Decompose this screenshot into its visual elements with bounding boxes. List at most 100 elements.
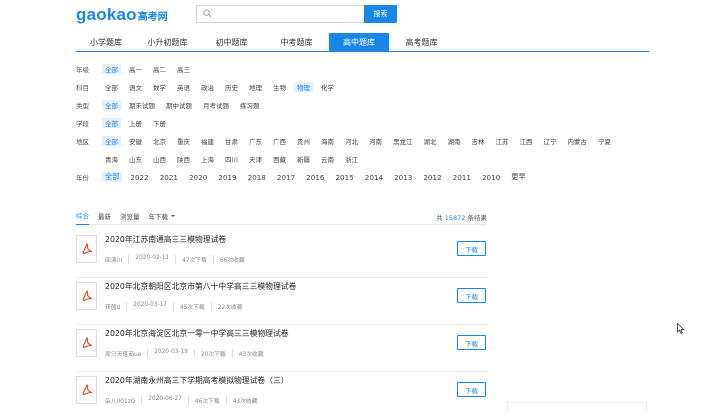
filter-option[interactable]: 2015 bbox=[332, 172, 356, 182]
filter-option[interactable]: 上海 bbox=[198, 154, 217, 164]
filter-option[interactable]: 陕西 bbox=[174, 154, 193, 164]
filter-option[interactable]: 福建 bbox=[198, 136, 217, 146]
filter-option[interactable]: 海南 bbox=[318, 136, 337, 146]
logo-cn-text: 高考网 bbox=[137, 12, 168, 23]
sort-comprehensive[interactable]: 综合 bbox=[76, 207, 89, 225]
tab-1[interactable]: 小升初题库 bbox=[136, 33, 199, 52]
filter-option[interactable]: 语文 bbox=[126, 82, 145, 92]
tab-3[interactable]: 中考题库 bbox=[264, 33, 329, 52]
result-count: 共 15872 条结果 bbox=[436, 212, 487, 222]
filter-option[interactable]: 练习题 bbox=[237, 100, 263, 110]
download-button[interactable]: 下载 bbox=[457, 382, 486, 397]
sort-latest[interactable]: 最新 bbox=[98, 207, 111, 225]
filter-option[interactable]: 重庆 bbox=[174, 136, 193, 146]
tab-4[interactable]: 高中题库 bbox=[329, 33, 389, 52]
filter-option[interactable]: 吉林 bbox=[469, 136, 488, 146]
filter-option[interactable]: 云南 bbox=[318, 154, 337, 164]
filter-option[interactable]: 高二 bbox=[150, 64, 169, 74]
filter-option[interactable]: 2012 bbox=[420, 172, 444, 182]
filter-option[interactable]: 期中试题 bbox=[163, 100, 195, 110]
filter-option[interactable]: 上册 bbox=[126, 118, 145, 128]
filter-option[interactable]: 贵州 bbox=[294, 136, 313, 146]
filter-option[interactable]: 高三 bbox=[174, 64, 193, 74]
filter-option[interactable]: 西藏 bbox=[270, 154, 289, 164]
download-button[interactable]: 下载 bbox=[457, 288, 486, 303]
filter-option[interactable]: 下册 bbox=[150, 118, 169, 128]
filter-option[interactable]: 全部 bbox=[102, 64, 121, 74]
download-button[interactable]: 下载 bbox=[457, 335, 486, 350]
filter-option[interactable]: 安徽 bbox=[126, 136, 145, 146]
filter-option[interactable]: 浙江 bbox=[342, 154, 361, 164]
filter-option[interactable]: 数学 bbox=[150, 82, 169, 92]
sort-downloads-label: 年下载 bbox=[148, 212, 169, 221]
filter-option[interactable]: 物理 bbox=[294, 82, 313, 92]
filter-option[interactable]: 四川 bbox=[222, 154, 241, 164]
filter-option[interactable]: 山东 bbox=[126, 154, 145, 164]
tab-5[interactable]: 高考题库 bbox=[389, 33, 454, 52]
filter-option[interactable]: 高一 bbox=[126, 64, 145, 74]
filter-option[interactable]: 政治 bbox=[198, 82, 217, 92]
filter-option[interactable]: 湖南 bbox=[445, 136, 464, 146]
filter-label: 年份 bbox=[76, 174, 89, 182]
filter-option[interactable]: 更早 bbox=[508, 172, 528, 182]
filter-option[interactable]: 北京 bbox=[150, 136, 169, 146]
filter-option[interactable]: 历史 bbox=[222, 82, 241, 92]
filter-option[interactable]: 江苏 bbox=[493, 136, 512, 146]
filter-option[interactable]: 2022 bbox=[127, 172, 151, 182]
filter-option[interactable]: 天津 bbox=[246, 154, 265, 164]
filter-option[interactable]: 2017 bbox=[274, 172, 298, 182]
filter-option[interactable]: 辽宁 bbox=[541, 136, 560, 146]
result-meta: 周只天蓬商ue 2020-03-19 20次下载 43次收藏 bbox=[105, 349, 270, 358]
gaokao-logo[interactable]: gaokao 高考网 bbox=[76, 5, 168, 24]
filter-option[interactable]: 青海 bbox=[102, 154, 121, 164]
filter-option[interactable]: 甘肃 bbox=[222, 136, 241, 146]
filter-option[interactable]: 2013 bbox=[391, 172, 415, 182]
filter-option[interactable]: 2011 bbox=[450, 172, 474, 182]
logo-text: gaokao bbox=[76, 5, 137, 24]
filter-option[interactable]: 全部 bbox=[102, 82, 121, 92]
filter-option[interactable]: 河南 bbox=[366, 136, 385, 146]
filter-option[interactable]: 英语 bbox=[174, 82, 193, 92]
sort-views[interactable]: 浏览量 bbox=[120, 207, 140, 225]
filter-option[interactable]: 宁夏 bbox=[595, 136, 614, 146]
filter-option[interactable]: 江西 bbox=[517, 136, 536, 146]
filter-option[interactable]: 全部 bbox=[102, 136, 121, 146]
result-title[interactable]: 2020年北京朝阳区北京市第八十中学高三三模物理试卷 bbox=[105, 281, 296, 292]
search-button[interactable]: 搜索 bbox=[364, 5, 397, 23]
search-input[interactable] bbox=[196, 5, 364, 23]
filter-option[interactable]: 2019 bbox=[215, 172, 239, 182]
tab-0[interactable]: 小学题库 bbox=[76, 33, 136, 52]
filter-option[interactable]: 2018 bbox=[245, 172, 269, 182]
filter-option[interactable]: 河北 bbox=[342, 136, 361, 146]
filter-option[interactable]: 内蒙古 bbox=[565, 136, 591, 146]
filter-option[interactable]: 化学 bbox=[318, 82, 337, 92]
result-title[interactable]: 2020年湖南永州高三下学期高考模拟物理试卷（三） bbox=[105, 375, 289, 386]
filter-option[interactable]: 2010 bbox=[479, 172, 503, 182]
filter-option[interactable]: 新疆 bbox=[294, 154, 313, 164]
download-button[interactable]: 下载 bbox=[457, 241, 486, 256]
filter-option[interactable]: 全部 bbox=[102, 118, 121, 128]
filter-label: 科目 bbox=[76, 84, 89, 92]
filter-option[interactable]: 2020 bbox=[186, 172, 210, 182]
filter-option[interactable]: 2014 bbox=[362, 172, 386, 182]
sort-downloads[interactable]: 年下载 bbox=[148, 207, 175, 225]
filter-option[interactable]: 生物 bbox=[270, 82, 289, 92]
filter-option[interactable]: 全部 bbox=[102, 172, 123, 182]
result-favorites: 22次收藏 bbox=[210, 302, 249, 311]
filter-option[interactable]: 2021 bbox=[157, 172, 181, 182]
filter-option[interactable]: 广东 bbox=[246, 136, 265, 146]
filter-option[interactable]: 全部 bbox=[102, 100, 121, 110]
filter-option[interactable]: 地理 bbox=[246, 82, 265, 92]
filter-option[interactable]: 黑龙江 bbox=[390, 136, 416, 146]
filter-option[interactable]: 2016 bbox=[303, 172, 327, 182]
filter-option[interactable]: 广西 bbox=[270, 136, 289, 146]
result-title[interactable]: 2020年北京海淀区北京一零一中学高三三模物理试卷 bbox=[105, 328, 289, 339]
filter-grade: 年级 全部 高一 高二 高三 bbox=[76, 62, 198, 76]
filter-option[interactable]: 湖北 bbox=[421, 136, 440, 146]
filter-option[interactable]: 期末试题 bbox=[126, 100, 158, 110]
result-downloads: 47次下载 bbox=[175, 255, 213, 264]
filter-option[interactable]: 月考试题 bbox=[200, 100, 232, 110]
filter-option[interactable]: 山西 bbox=[150, 154, 169, 164]
result-title[interactable]: 2020年江苏南通高三三模物理试卷 bbox=[105, 234, 226, 245]
tab-2[interactable]: 初中题库 bbox=[199, 33, 264, 52]
